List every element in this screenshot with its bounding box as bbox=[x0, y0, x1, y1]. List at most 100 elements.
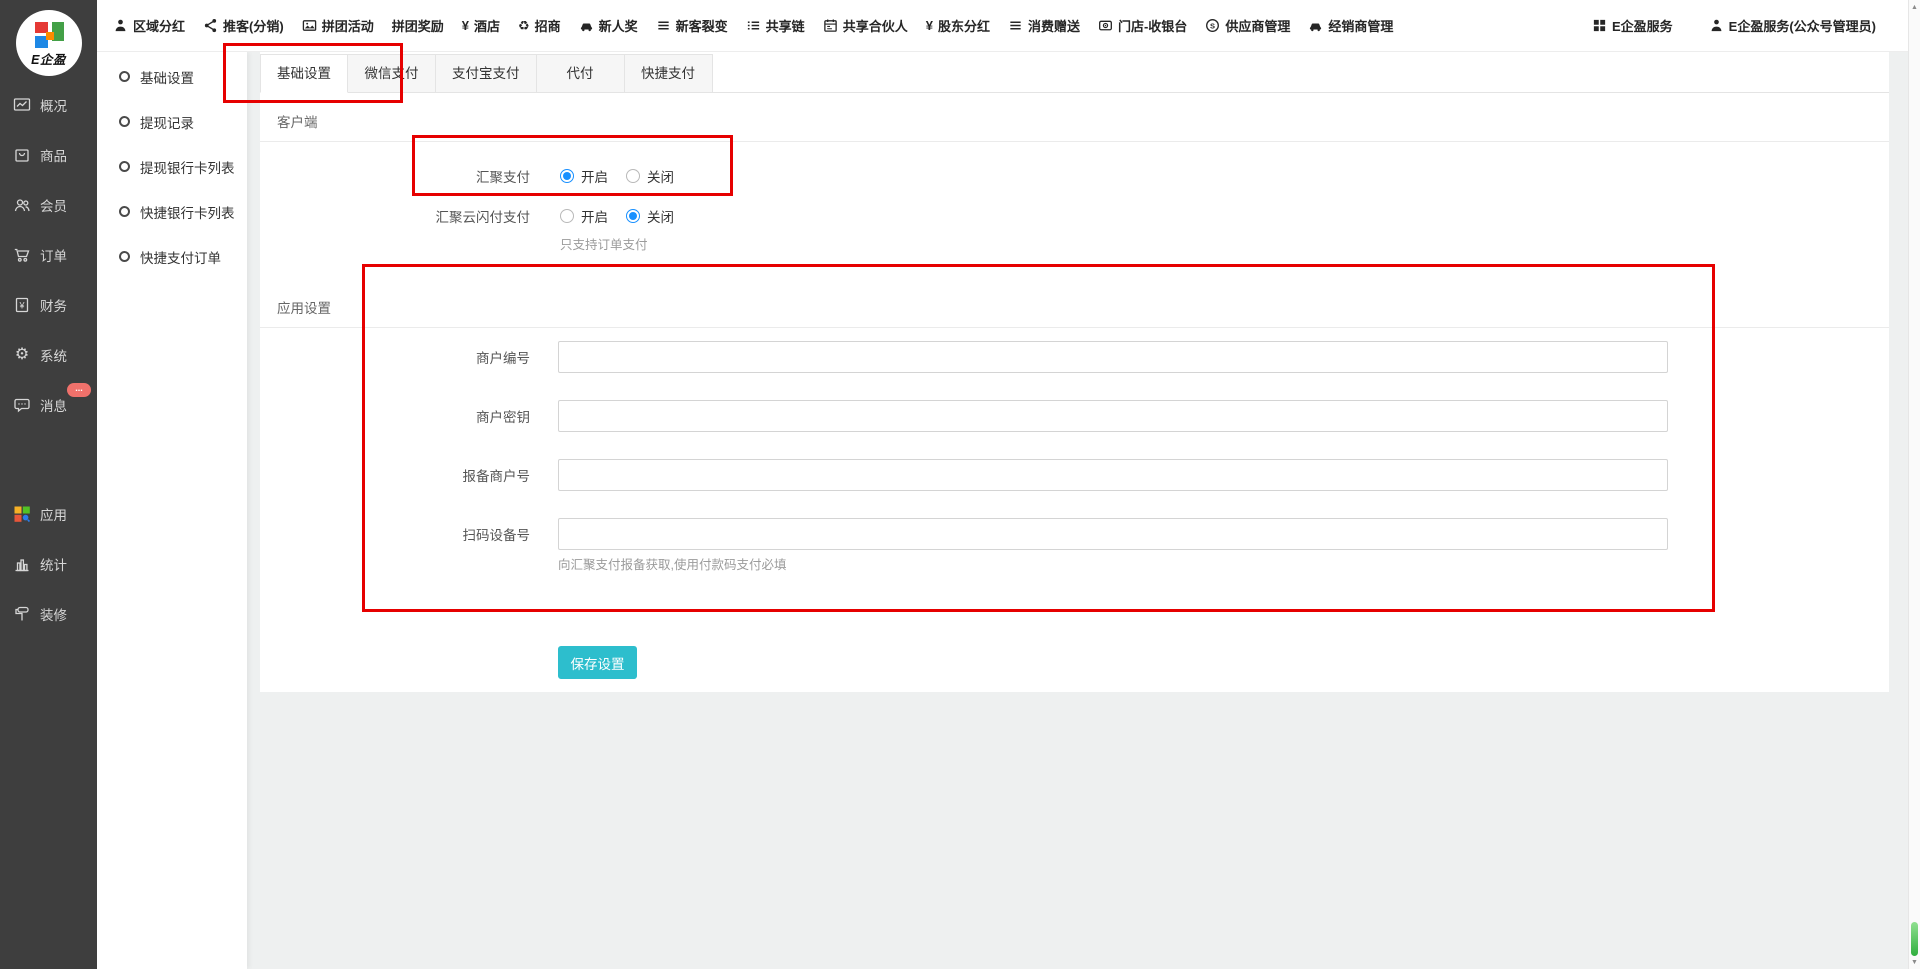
circle-icon bbox=[119, 116, 130, 127]
save-settings-button[interactable]: 保存设置 bbox=[558, 646, 637, 679]
tab-basic-settings[interactable]: 基础设置 bbox=[260, 54, 348, 93]
nav-item-service[interactable]: E企盈服务 bbox=[1592, 16, 1673, 35]
radio-selected-icon bbox=[626, 209, 640, 223]
main-sidebar: E企盈 概况 商品 会员 订单 ¥ 财务 ⚙ 系统 消息 ... 应用 统计 装… bbox=[0, 0, 97, 969]
scroll-up-arrow[interactable]: ▲ bbox=[1909, 4, 1920, 11]
nav-item-distribution[interactable]: 推客(分销) bbox=[203, 16, 284, 35]
nav-item-dealer-mgmt[interactable]: 经销商管理 bbox=[1308, 16, 1393, 35]
unionpay-note: 只支持订单支付 bbox=[560, 234, 1889, 253]
radio-unionpay-off[interactable]: 关闭 bbox=[626, 206, 674, 226]
yen-icon: ¥ bbox=[462, 19, 469, 32]
top-nav-menu: 区域分红 推客(分销) 拼团活动 拼团奖励 ¥ 酒店 ♻ 招商 新人奖 新客裂变 bbox=[113, 16, 1592, 35]
menu-lines-icon bbox=[656, 18, 671, 33]
subnav-item-basic-settings[interactable]: 基础设置 bbox=[97, 54, 247, 99]
sidebar-item-finance[interactable]: ¥ 财务 bbox=[0, 280, 97, 330]
sidebar-item-decorate[interactable]: 装修 bbox=[0, 589, 97, 639]
secondary-sidebar: 基础设置 提现记录 提现银行卡列表 快捷银行卡列表 快捷支付订单 bbox=[97, 52, 247, 969]
sidebar-item-overview[interactable]: 概况 bbox=[0, 80, 97, 130]
circle-icon bbox=[119, 206, 130, 217]
nav-item-share-chain[interactable]: 共享链 bbox=[746, 16, 805, 35]
sidebar-item-members[interactable]: 会员 bbox=[0, 180, 97, 230]
nav-item-new-customer[interactable]: 新客裂变 bbox=[656, 16, 728, 35]
setting-row-unionpay: 汇聚云闪付支付 开启 关闭 bbox=[260, 202, 1889, 230]
sidebar-item-label: 订单 bbox=[40, 245, 67, 265]
nav-item-consumption-gift[interactable]: 消费赠送 bbox=[1008, 16, 1080, 35]
sidebar-item-label: 装修 bbox=[40, 604, 67, 624]
nav-item-supplier-mgmt[interactable]: S 供应商管理 bbox=[1205, 16, 1290, 35]
payment-tabs: 基础设置 微信支付 支付宝支付 代付 快捷支付 bbox=[260, 54, 1889, 93]
nav-item-hotel[interactable]: ¥ 酒店 bbox=[462, 16, 500, 35]
svg-text:¥: ¥ bbox=[18, 301, 25, 311]
field-label: 报备商户号 bbox=[260, 465, 530, 485]
section-divider bbox=[260, 327, 1889, 328]
brand-logo-icon bbox=[34, 22, 64, 48]
calendar-icon bbox=[823, 18, 838, 33]
setting-row-joinpay: 汇聚支付 开启 关闭 bbox=[260, 162, 1889, 190]
sidebar-item-label: 应用 bbox=[40, 504, 67, 524]
sidebar-item-apps[interactable]: 应用 bbox=[0, 489, 97, 539]
image-icon bbox=[302, 18, 317, 33]
scrollbar-thumb[interactable] bbox=[1911, 922, 1918, 956]
circle-icon bbox=[119, 161, 130, 172]
scroll-down-arrow[interactable]: ▼ bbox=[1909, 959, 1920, 966]
paint-roller-icon bbox=[13, 605, 31, 623]
sidebar-item-label: 商品 bbox=[40, 145, 67, 165]
share-icon bbox=[203, 18, 218, 33]
subnav-item-withdraw-bank-cards[interactable]: 提现银行卡列表 bbox=[97, 144, 247, 189]
list-icon bbox=[746, 18, 761, 33]
nav-item-group-activity[interactable]: 拼团活动 bbox=[302, 16, 374, 35]
sidebar-item-label: 财务 bbox=[40, 295, 67, 315]
app-logo[interactable]: E企盈 bbox=[0, 0, 97, 80]
nav-item-shareholder-dividend[interactable]: ¥ 股东分红 bbox=[926, 16, 990, 35]
field-row-registered-merchant: 报备商户号 bbox=[260, 459, 1889, 491]
brand-name: E企盈 bbox=[31, 49, 66, 68]
chat-bubble-icon bbox=[13, 396, 31, 414]
tab-alipay[interactable]: 支付宝支付 bbox=[436, 54, 537, 93]
nav-item-account[interactable]: E企盈服务(公众号管理员) bbox=[1709, 16, 1876, 35]
sidebar-item-system[interactable]: ⚙ 系统 bbox=[0, 330, 97, 380]
subnav-item-quick-bank-cards[interactable]: 快捷银行卡列表 bbox=[97, 189, 247, 234]
field-label: 扫码设备号 bbox=[260, 524, 530, 544]
nav-item-investment[interactable]: ♻ 招商 bbox=[518, 16, 561, 35]
sidebar-item-label: 系统 bbox=[40, 345, 67, 365]
radio-joinpay-on[interactable]: 开启 bbox=[560, 166, 608, 186]
users-icon bbox=[13, 196, 31, 214]
subnav-item-quick-pay-orders[interactable]: 快捷支付订单 bbox=[97, 234, 247, 279]
radio-joinpay-off[interactable]: 关闭 bbox=[626, 166, 674, 186]
tab-payout[interactable]: 代付 bbox=[537, 54, 625, 93]
nav-item-region-dividend[interactable]: 区域分红 bbox=[113, 16, 185, 35]
top-navigation: 区域分红 推客(分销) 拼团活动 拼团奖励 ¥ 酒店 ♻ 招商 新人奖 新客裂变 bbox=[97, 0, 1908, 52]
setting-label: 汇聚支付 bbox=[260, 166, 530, 186]
circle-icon bbox=[119, 251, 130, 262]
cart-icon bbox=[13, 246, 31, 264]
radio-selected-icon bbox=[560, 169, 574, 183]
nav-item-group-reward[interactable]: 拼团奖励 bbox=[392, 16, 444, 35]
overview-chart-icon bbox=[13, 96, 31, 114]
gear-icon: ⚙ bbox=[13, 346, 31, 364]
registered-merchant-input[interactable] bbox=[558, 459, 1668, 491]
tab-wechat-pay[interactable]: 微信支付 bbox=[348, 54, 436, 93]
person-icon bbox=[113, 18, 128, 33]
scan-device-input[interactable] bbox=[558, 518, 1668, 550]
nav-item-newcomer-award[interactable]: 新人奖 bbox=[579, 16, 638, 35]
top-nav-account-area: E企盈服务 E企盈服务(公众号管理员) bbox=[1592, 16, 1894, 35]
radio-unionpay-on[interactable]: 开启 bbox=[560, 206, 608, 226]
sidebar-item-goods[interactable]: 商品 bbox=[0, 130, 97, 180]
radio-unselected-icon bbox=[626, 169, 640, 183]
bar-chart-icon bbox=[13, 555, 31, 573]
nav-item-share-partner[interactable]: 共享合伙人 bbox=[823, 16, 908, 35]
sidebar-item-label: 消息 bbox=[40, 395, 67, 415]
sidebar-item-stats[interactable]: 统计 bbox=[0, 539, 97, 589]
sidebar-item-label: 统计 bbox=[40, 554, 67, 574]
menu-lines-icon bbox=[1008, 18, 1023, 33]
sidebar-item-message[interactable]: 消息 ... bbox=[0, 380, 97, 430]
car-icon bbox=[579, 18, 594, 33]
vertical-scrollbar[interactable]: ▲ ▼ bbox=[1908, 0, 1920, 969]
merchant-key-input[interactable] bbox=[558, 400, 1668, 432]
nav-item-store-cashier[interactable]: 门店-收银台 bbox=[1098, 16, 1187, 35]
grid-icon bbox=[1592, 18, 1607, 33]
subnav-item-withdraw-records[interactable]: 提现记录 bbox=[97, 99, 247, 144]
sidebar-item-orders[interactable]: 订单 bbox=[0, 230, 97, 280]
merchant-number-input[interactable] bbox=[558, 341, 1668, 373]
tab-quick-pay[interactable]: 快捷支付 bbox=[625, 54, 713, 93]
